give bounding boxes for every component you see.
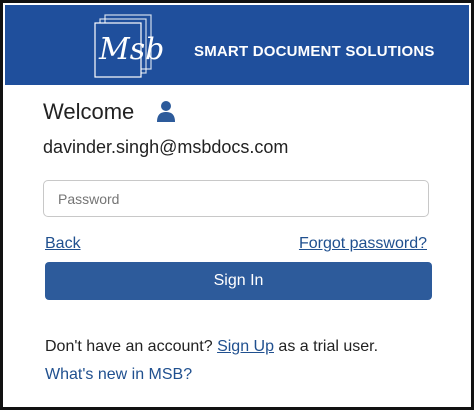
password-input[interactable]: [43, 180, 429, 217]
forgot-password-link[interactable]: Forgot password?: [299, 235, 427, 253]
whats-new-link[interactable]: What's new in MSB?: [45, 366, 192, 384]
login-panel: Msb SMART DOCUMENT SOLUTIONS Welcome dav…: [0, 0, 474, 410]
brand-name: SMART DOCUMENT SOLUTIONS: [194, 43, 435, 60]
sign-in-button[interactable]: Sign In: [45, 262, 432, 300]
account-email: davinder.singh@msbdocs.com: [43, 137, 289, 157]
signup-prompt: Don't have an account? Sign Up as a tria…: [45, 338, 378, 356]
logo-text: Msb: [98, 32, 164, 67]
signup-suffix: as a trial user.: [273, 338, 379, 355]
back-link[interactable]: Back: [45, 235, 81, 253]
signup-prefix: Don't have an account?: [45, 338, 218, 355]
user-icon: [157, 101, 175, 122]
sign-up-link[interactable]: Sign Up: [217, 338, 274, 355]
brand-header: Msb SMART DOCUMENT SOLUTIONS: [5, 5, 469, 85]
welcome-title: Welcome: [43, 99, 135, 124]
msb-logo: Msb: [94, 14, 164, 78]
